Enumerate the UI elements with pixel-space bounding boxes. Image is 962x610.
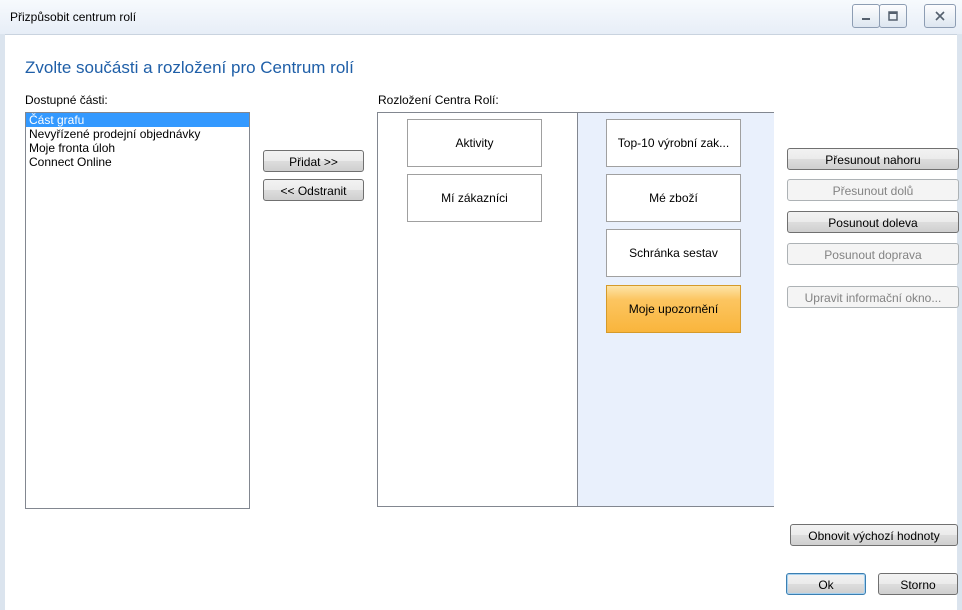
window-title: Přizpůsobit centrum rolí: [10, 10, 137, 24]
list-item[interactable]: Nevyřízené prodejní objednávky: [26, 127, 249, 141]
maximize-button[interactable]: [879, 4, 907, 28]
remove-button[interactable]: << Odstranit: [263, 179, 364, 201]
available-parts-label: Dostupné části:: [25, 93, 108, 107]
edit-info-button[interactable]: Upravit informační okno...: [787, 286, 959, 308]
close-button[interactable]: [924, 4, 956, 28]
list-item[interactable]: Connect Online: [26, 155, 249, 169]
reset-defaults-button[interactable]: Obnovit výchozí hodnoty: [790, 524, 958, 546]
minimize-icon: [862, 18, 870, 20]
part-report-inbox[interactable]: Schránka sestav: [606, 229, 741, 277]
cancel-button[interactable]: Storno: [878, 573, 958, 595]
move-right-button[interactable]: Posunout doprava: [787, 243, 959, 265]
available-parts-list[interactable]: Část grafu Nevyřízené prodejní objednávk…: [25, 112, 250, 509]
ok-button[interactable]: Ok: [786, 573, 866, 595]
part-my-notifications[interactable]: Moje upozornění: [606, 285, 741, 333]
window-border-right: [957, 34, 962, 610]
part-top10-orders[interactable]: Top-10 výrobní zak...: [606, 119, 741, 167]
list-item[interactable]: Část grafu: [26, 113, 249, 127]
part-my-customers[interactable]: Mí zákazníci: [407, 174, 542, 222]
close-icon: [935, 11, 945, 21]
layout-label: Rozložení Centra Rolí:: [378, 93, 499, 107]
minimize-button[interactable]: [852, 4, 880, 28]
window-border-left: [0, 34, 5, 610]
layout-area: Aktivity Mí zákazníci Top-10 výrobní zak…: [377, 112, 774, 507]
part-my-items[interactable]: Mé zboží: [606, 174, 741, 222]
list-item[interactable]: Moje fronta úloh: [26, 141, 249, 155]
move-left-button[interactable]: Posunout doleva: [787, 211, 959, 233]
move-up-button[interactable]: Přesunout nahoru: [787, 148, 959, 170]
part-aktivity[interactable]: Aktivity: [407, 119, 542, 167]
page-title: Zvolte součásti a rozložení pro Centrum …: [25, 58, 354, 77]
maximize-icon: [888, 11, 898, 21]
move-down-button[interactable]: Přesunout dolů: [787, 179, 959, 201]
add-button[interactable]: Přidat >>: [263, 150, 364, 172]
title-bar: Přizpůsobit centrum rolí: [0, 0, 962, 35]
